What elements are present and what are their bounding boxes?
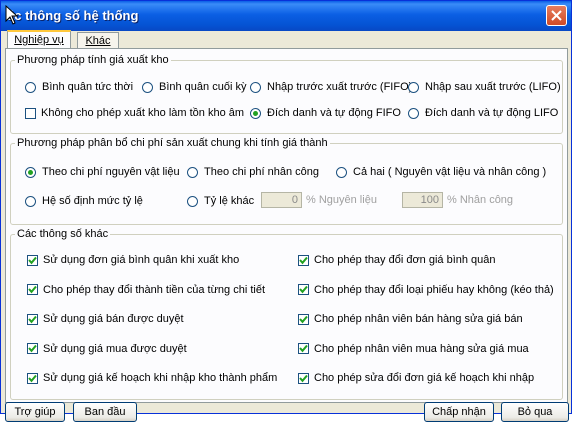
- option-label: Sử dụng giá mua được duyệt: [43, 342, 187, 355]
- ok-button[interactable]: Chấp nhận: [424, 402, 494, 422]
- tab-nghiep-vu[interactable]: Nghiệp vụ: [7, 30, 71, 50]
- option-label: Hệ số định mức tỷ lệ: [42, 195, 143, 207]
- other-left-checkbox-3[interactable]: Sử dụng giá mua được duyệt: [27, 342, 187, 356]
- radio-lifo[interactable]: Nhập sau xuất trước (LIFO): [408, 80, 561, 94]
- radio-icon: [250, 107, 261, 119]
- allocation-group: Phương pháp phân bổ chi phí sản xuất chu…: [10, 137, 563, 225]
- option-label: Bình quân tức thời: [42, 81, 134, 93]
- option-label: Bình quân cuối kỳ: [159, 81, 247, 93]
- radio-ca-hai[interactable]: Cả hai ( Nguyên vật liệu và nhân công ): [336, 165, 546, 179]
- group-legend: Phương pháp tính giá xuất kho: [17, 54, 169, 66]
- mouse-cursor-icon: [5, 5, 19, 25]
- other-right-checkbox-2[interactable]: Cho phép nhân viên bán hàng sửa giá bán: [298, 312, 523, 326]
- other-left-checkbox-1[interactable]: Cho phép thay đổi thành tiền của từng ch…: [27, 283, 265, 297]
- option-label: Đích danh và tự động LIFO: [425, 107, 559, 119]
- option-label: Nhập trước xuất trước (FIFO): [267, 81, 413, 93]
- checkbox-icon: [298, 313, 309, 325]
- radio-icon: [187, 166, 198, 178]
- option-label: Cho phép nhân viên mua hàng sửa giá mua: [314, 342, 529, 355]
- option-label: Cho phép nhân viên bán hàng sửa giá bán: [314, 313, 523, 325]
- checkbox-icon: [27, 284, 38, 295]
- radio-binh-quan-cuoi-ky[interactable]: Bình quân cuối kỳ: [142, 80, 246, 94]
- material-percent-label: % Nguyên liệu: [306, 194, 377, 206]
- radio-icon: [408, 107, 419, 119]
- default-button[interactable]: Ban đầu: [73, 402, 137, 422]
- radio-nhan-cong[interactable]: Theo chi phí nhân công: [187, 165, 319, 179]
- radio-he-so-dinh-muc[interactable]: Hệ số định mức tỷ lệ: [25, 194, 143, 208]
- option-label: Sử dụng giá kế hoạch khi nhập kho thành …: [43, 372, 278, 384]
- radio-fifo[interactable]: Nhập trước xuất trước (FIFO): [250, 80, 412, 94]
- material-percent-input[interactable]: 0: [261, 192, 302, 208]
- option-label: Cho phép thay đổi loại phiếu hay không (…: [314, 283, 554, 296]
- other-right-checkbox-1[interactable]: Cho phép thay đổi loại phiếu hay không (…: [298, 283, 554, 297]
- checkbox-icon: [27, 313, 38, 325]
- labor-percent-input[interactable]: 100: [402, 192, 443, 208]
- group-legend: Phương pháp phân bổ chi phí sản xuất chu…: [17, 137, 328, 149]
- radio-dich-danh-fifo[interactable]: Đích danh và tự động FIFO: [250, 106, 401, 120]
- checkbox-icon: [298, 343, 309, 354]
- radio-nguyen-vat-lieu[interactable]: Theo chi phí nguyên vật liệu: [25, 165, 180, 179]
- tab-label: Khác: [85, 35, 111, 47]
- close-icon: [551, 10, 562, 21]
- cancel-button[interactable]: Bỏ qua: [501, 402, 569, 422]
- checkbox-icon: [298, 284, 309, 295]
- negative-stock-checkbox[interactable]: Không cho phép xuất kho làm tồn kho âm: [25, 106, 244, 120]
- option-label: Cả hai ( Nguyên vật liệu và nhân công ): [353, 166, 547, 178]
- other-right-checkbox-3[interactable]: Cho phép nhân viên mua hàng sửa giá mua: [298, 342, 529, 356]
- option-label: Tỷ lệ khác: [204, 195, 255, 207]
- option-label: Không cho phép xuất kho làm tồn kho âm: [41, 107, 245, 119]
- tab-panel: Phương pháp tính giá xuất kho Bình quân …: [5, 48, 568, 403]
- checkbox-icon: [27, 372, 38, 384]
- option-label: Cho phép thay đổi đơn giá bình quân: [314, 254, 496, 266]
- option-label: Cho phép sửa đổi đơn giá kế hoạch khi nh…: [314, 372, 535, 384]
- help-button[interactable]: Trợ giúp: [5, 402, 65, 422]
- tab-label: Nghiệp vụ: [14, 34, 64, 46]
- checkbox-icon: [25, 107, 36, 119]
- radio-icon: [25, 166, 36, 178]
- option-label: Nhập sau xuất trước (LIFO): [425, 81, 561, 93]
- radio-icon: [187, 195, 198, 207]
- option-label: Cho phép thay đổi thành tiền của từng ch…: [43, 283, 266, 296]
- costing-method-group: Phương pháp tính giá xuất kho: [10, 54, 563, 134]
- other-left-checkbox-0[interactable]: Sử dụng đơn giá bình quân khi xuất kho: [27, 253, 239, 267]
- option-label: Đích danh và tự động FIFO: [267, 107, 401, 119]
- option-label: Sử dụng giá bán được duyệt: [43, 313, 184, 325]
- checkbox-icon: [27, 343, 38, 354]
- tab-khac[interactable]: Khác: [77, 32, 119, 49]
- radio-icon: [142, 81, 153, 93]
- option-label: Sử dụng đơn giá bình quân khi xuất kho: [43, 254, 240, 266]
- radio-binh-quan-tuc-thoi[interactable]: Bình quân tức thời: [25, 80, 133, 94]
- radio-icon: [25, 81, 36, 93]
- option-label: Theo chi phí nhân công: [204, 166, 319, 178]
- other-left-checkbox-4[interactable]: Sử dụng giá kế hoạch khi nhập kho thành …: [27, 371, 277, 385]
- close-button[interactable]: [546, 5, 567, 26]
- radio-dich-danh-lifo[interactable]: Đích danh và tự động LIFO: [408, 106, 558, 120]
- radio-icon: [408, 81, 419, 93]
- other-right-checkbox-0[interactable]: Cho phép thay đổi đơn giá bình quân: [298, 253, 496, 267]
- other-right-checkbox-4[interactable]: Cho phép sửa đổi đơn giá kế hoạch khi nh…: [298, 371, 534, 385]
- checkbox-icon: [27, 254, 38, 266]
- window-title: ác thông số hệ thống: [7, 8, 139, 23]
- checkbox-icon: [298, 372, 309, 384]
- group-legend: Các thông số khác: [17, 228, 109, 240]
- radio-icon: [250, 81, 261, 93]
- radio-icon: [25, 195, 36, 207]
- radio-ty-le-khac[interactable]: Tỷ lệ khác: [187, 194, 254, 208]
- radio-icon: [336, 166, 347, 178]
- title-bar[interactable]: ác thông số hệ thống: [1, 1, 571, 31]
- settings-dialog: ác thông số hệ thống Nghiệp vụ Khác Phươ…: [0, 0, 572, 422]
- option-label: Theo chi phí nguyên vật liệu: [42, 166, 180, 178]
- labor-percent-label: % Nhân công: [447, 194, 514, 206]
- checkbox-icon: [298, 254, 309, 266]
- other-left-checkbox-2[interactable]: Sử dụng giá bán được duyệt: [27, 312, 184, 326]
